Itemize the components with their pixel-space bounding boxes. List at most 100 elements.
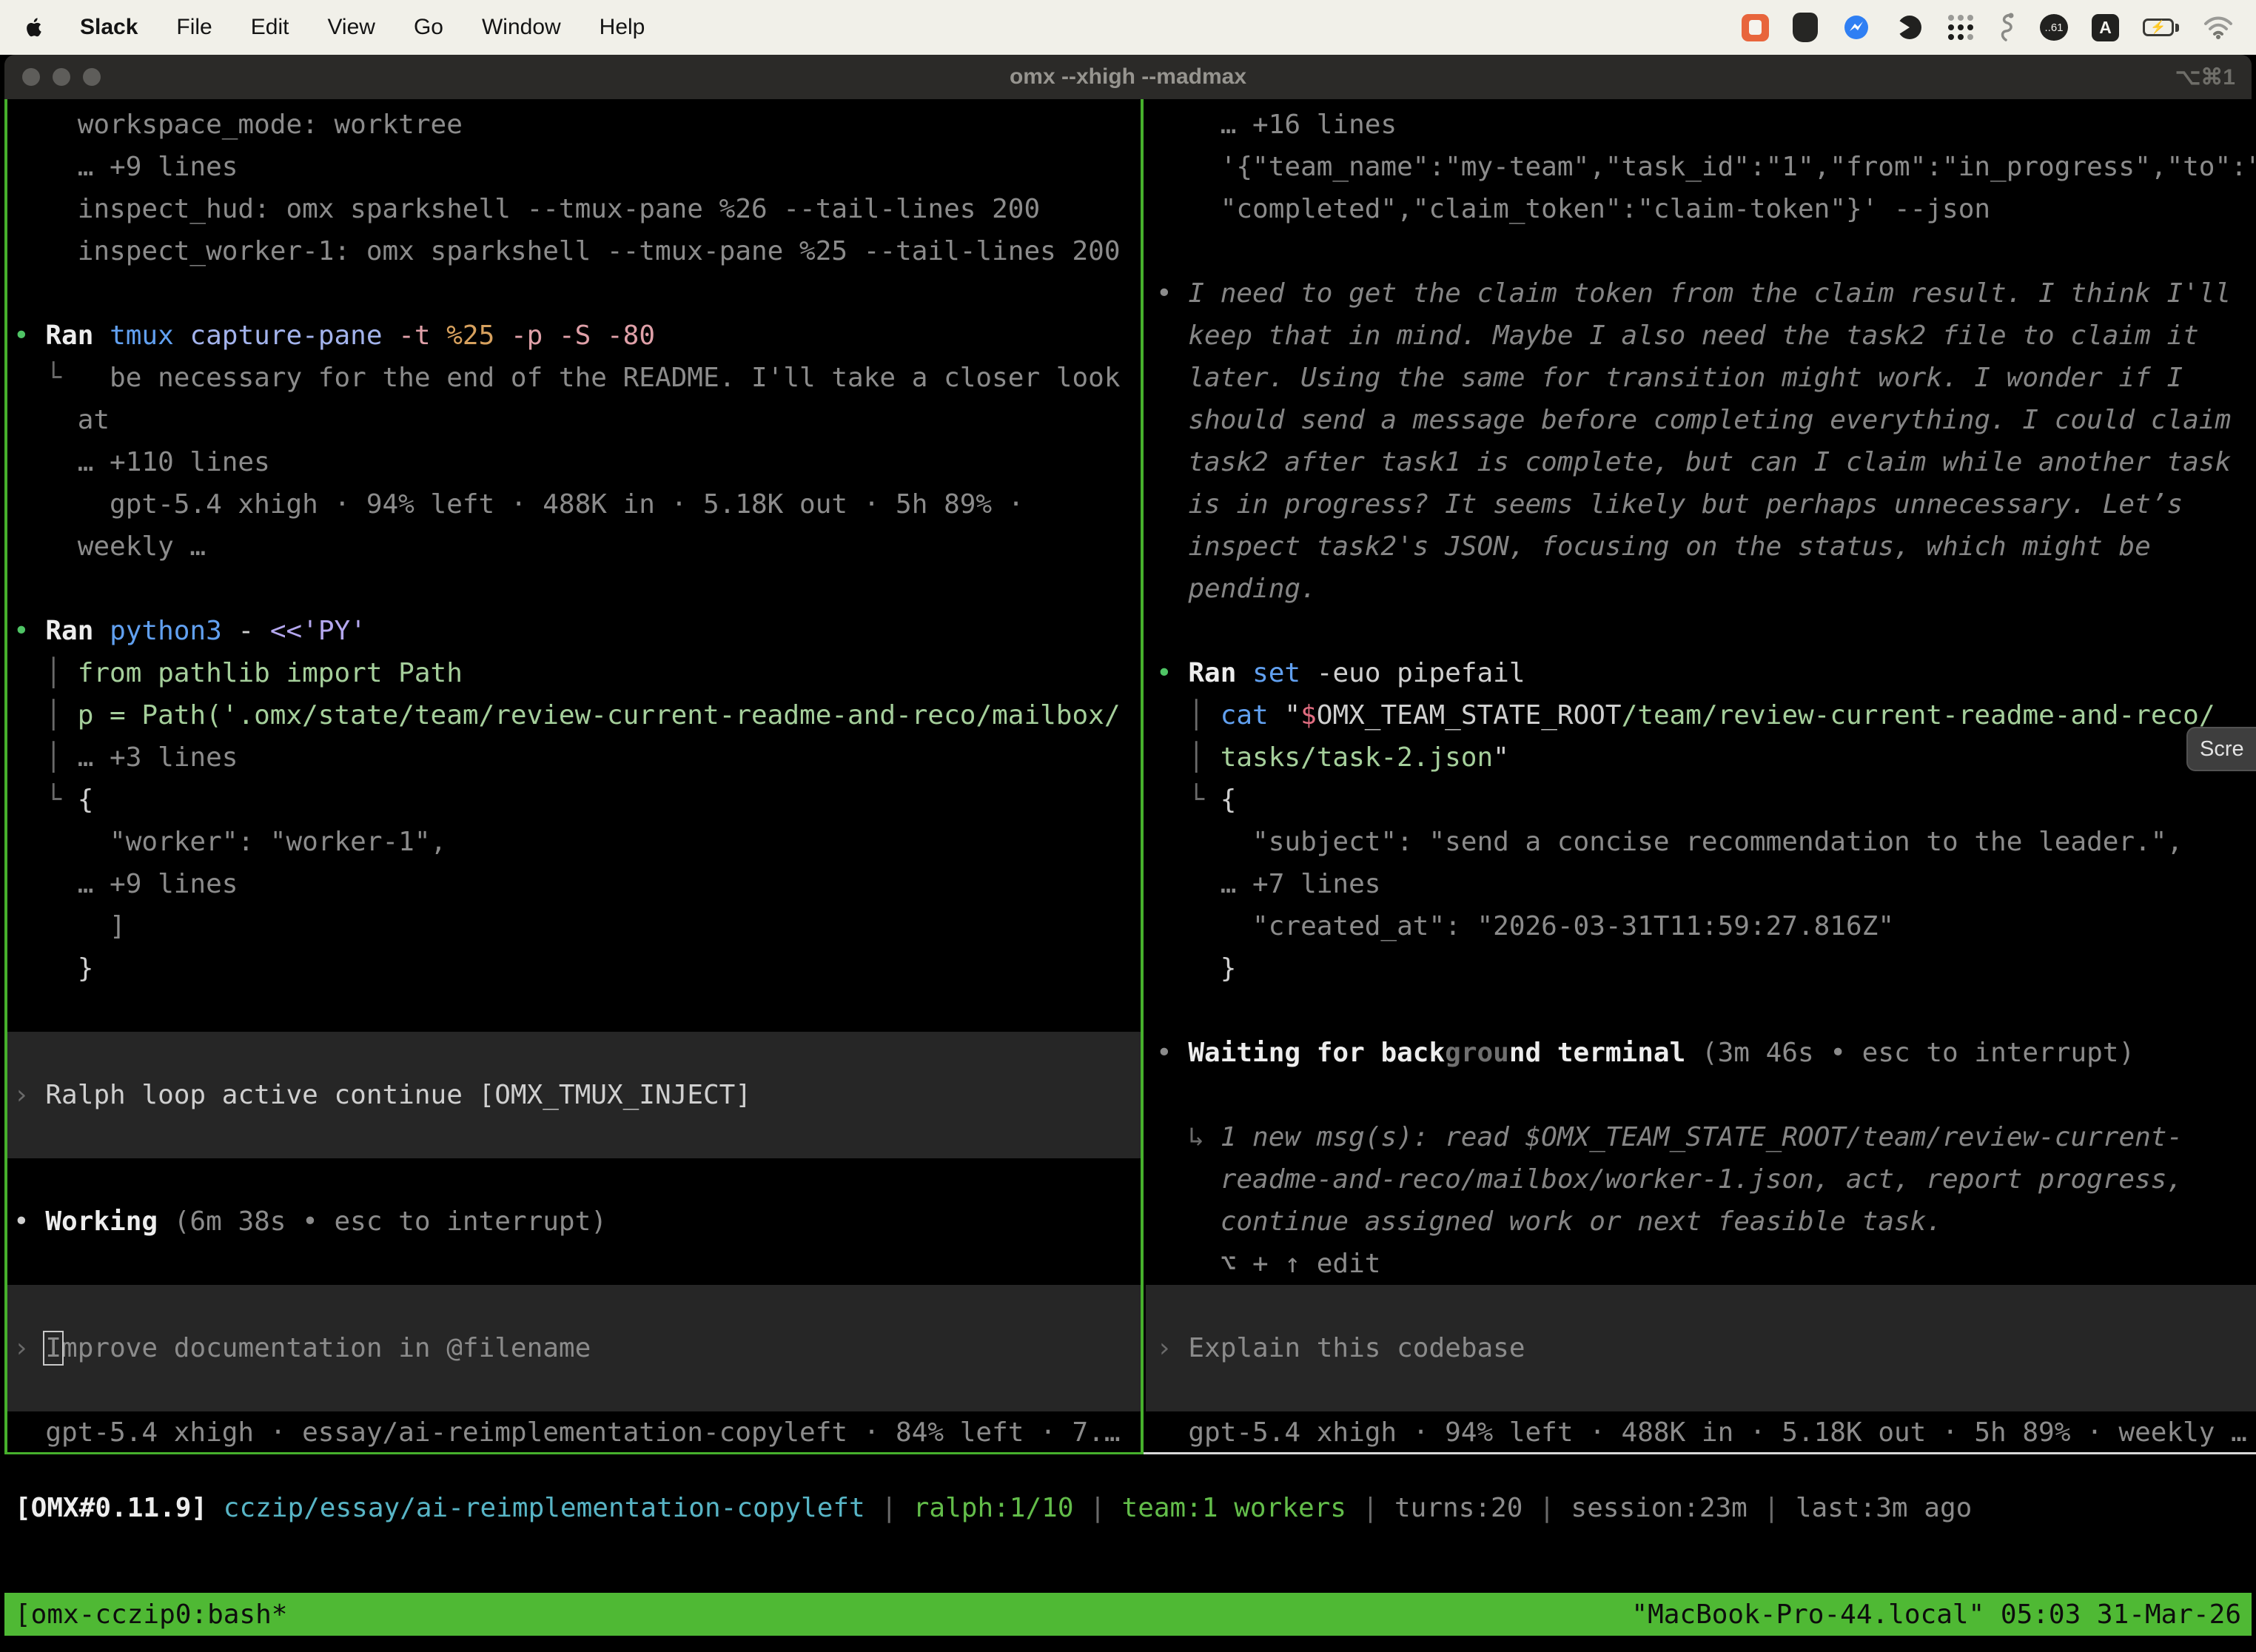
menu-item-go[interactable]: Go	[414, 15, 443, 40]
keyboard-shield-icon[interactable]	[1793, 13, 1818, 42]
prompt-suggestion-left[interactable]: › Improve documentation in @filename	[7, 1285, 1141, 1411]
text-segment: ›	[1156, 1333, 1188, 1363]
text-segment: continue assigned work or next feasible …	[1156, 1206, 1942, 1237]
tmux-session-label: [omx-cczip0:bash*	[15, 1599, 287, 1630]
text-segment: … +16 lines	[1156, 110, 1397, 140]
terminal-line: workspace_mode: worktree	[7, 104, 1141, 146]
window-title: omx --xhigh --madmax	[1010, 64, 1246, 90]
text-segment: •	[13, 616, 45, 646]
terminal-line: "completed","claim_token":"claim-token"}…	[1146, 188, 2256, 230]
text-segment: "created_at": "2026-03-31T11:59:27.816Z"	[1156, 911, 1894, 941]
text-segment: •	[1156, 1038, 1188, 1068]
text-segment: Working	[45, 1206, 173, 1237]
text-segment: pending.	[1156, 574, 1317, 604]
text-segment: capture-pane	[189, 320, 398, 351]
ralph-loop-banner[interactable]: › Ralph loop active continue [OMX_TMUX_I…	[7, 1032, 1141, 1158]
text-segment: OMX_TEAM_STATE_ROOT	[1317, 700, 1622, 731]
close-button[interactable]	[22, 68, 40, 86]
terminal-line: should send a message before completing …	[1146, 399, 2256, 441]
terminal-line: }	[7, 947, 1141, 990]
dots-grid-icon[interactable]	[1948, 15, 1973, 40]
text-segment: -	[238, 616, 269, 646]
pane-border-bottom-left	[4, 1452, 1144, 1454]
input-source-icon[interactable]: A	[2092, 14, 2119, 41]
pane-divider[interactable]	[1141, 99, 1144, 1454]
terminal-line: inspect_worker-1: omx sparkshell --tmux-…	[7, 230, 1141, 272]
terminal-line: is in progress? It seems likely but perh…	[1146, 483, 2256, 526]
text-cursor: I	[45, 1333, 61, 1363]
battery-icon[interactable]: ⚡	[2143, 19, 2179, 36]
text-segment: │	[13, 658, 78, 688]
messenger-icon[interactable]	[1842, 13, 1871, 42]
text-segment: /team/review-current-readme-and-reco/	[1622, 700, 2215, 731]
text-segment: Ran	[1188, 658, 1252, 688]
traffic-lights	[22, 68, 101, 86]
text-segment: readme-and-reco/mailbox/worker-1.json, a…	[1156, 1164, 2183, 1195]
text-segment: weekly …	[13, 531, 206, 562]
terminal-line: ⌥ + ↑ edit	[1146, 1243, 2256, 1285]
gauge-icon[interactable]: ..61	[2040, 14, 2068, 41]
menu-item-edit[interactable]: Edit	[251, 15, 289, 40]
text-segment: Explain this codebase	[1188, 1333, 1525, 1363]
text-segment: nd terminal	[1509, 1038, 1702, 1068]
prompt-suggestion-right[interactable]: › Explain this codebase	[1146, 1285, 2256, 1411]
terminal-line	[7, 272, 1141, 315]
text-segment: (3m 46s • esc to interrupt)	[1702, 1038, 2135, 1068]
text-segment: |	[1074, 1493, 1122, 1523]
text-segment: … +3 lines	[78, 742, 238, 773]
text-segment: {	[1221, 785, 1237, 815]
text-segment: │	[13, 742, 78, 773]
text-segment: ralph:1/10	[913, 1493, 1074, 1523]
text-segment: "	[1284, 700, 1300, 731]
menu-item-view[interactable]: View	[327, 15, 375, 40]
terminal-line: inspect task2's JSON, focusing on the st…	[1146, 526, 2256, 568]
terminal-line	[1146, 990, 2256, 1032]
text-segment: ›	[13, 1080, 45, 1110]
terminal-line: … +7 lines	[1146, 863, 2256, 905]
terminal-line: "subject": "send a concise recommendatio…	[1146, 821, 2256, 863]
wifi-icon[interactable]	[2203, 15, 2234, 40]
minimize-button[interactable]	[53, 68, 70, 86]
pie-wedge-icon[interactable]	[1895, 13, 1924, 42]
text-segment: <<'PY'	[270, 616, 366, 646]
screen-record-icon[interactable]	[1742, 14, 1769, 41]
text-segment: •	[1156, 278, 1188, 309]
text-segment: ›	[13, 1333, 45, 1363]
text-segment: gpt-5.4 xhigh · 94% left · 488K in · 5.1…	[13, 489, 1024, 520]
text-segment: task2 after task1 is complete, but can I…	[1156, 447, 2231, 477]
text-segment: │	[1156, 742, 1221, 773]
squiggle-icon[interactable]	[1997, 12, 2016, 43]
text-segment: mprove documentation in @filename	[61, 1333, 591, 1363]
text-segment: Ran	[45, 616, 110, 646]
terminal-line	[1146, 1074, 2256, 1116]
left-pane: workspace_mode: worktree … +9 lines insp…	[7, 99, 1141, 1458]
text-segment: ]	[13, 911, 126, 941]
menu-item-file[interactable]: File	[176, 15, 212, 40]
terminal-line: keep that in mind. Maybe I also need the…	[1146, 315, 2256, 357]
menu-item-help[interactable]: Help	[600, 15, 645, 40]
text-segment: "subject": "send a concise recommendatio…	[1156, 827, 2183, 857]
apple-menu-icon[interactable]	[25, 15, 47, 40]
text-segment: |	[1748, 1493, 1796, 1523]
text-segment: inspect_worker-1: omx sparkshell --tmux-…	[13, 236, 1121, 266]
terminal-line: │ tasks/task-2.json"	[1146, 736, 2256, 779]
terminal-line	[1146, 230, 2256, 272]
text-segment: 1 new msg(s): read $OMX_TEAM_STATE_ROOT/…	[1221, 1122, 2183, 1152]
terminal-line: • Ran tmux capture-pane -t %25 -p -S -80	[7, 315, 1141, 357]
text-segment: gpt-5.4 xhigh · 94% left · 488K in · 5.1…	[1156, 1417, 2247, 1448]
menu-item-app[interactable]: Slack	[80, 15, 138, 40]
text-segment: be necessary for the end of the README. …	[110, 363, 1120, 393]
window-title-bar: omx --xhigh --madmax ⌥⌘1	[4, 55, 2252, 99]
screenshot-tooltip: Scre	[2186, 727, 2256, 771]
terminal-line: readme-and-reco/mailbox/worker-1.json, a…	[1146, 1158, 2256, 1201]
text-segment: … +7 lines	[1156, 869, 1380, 899]
terminal-line: … +9 lines	[7, 146, 1141, 188]
text-segment: last:3m ago	[1796, 1493, 1972, 1523]
menu-item-window[interactable]: Window	[482, 15, 561, 40]
text-segment: inspect_hud: omx sparkshell --tmux-pane …	[13, 194, 1040, 224]
text-segment: … +110 lines	[13, 447, 270, 477]
text-segment: set	[1252, 658, 1317, 688]
zoom-button[interactable]	[83, 68, 101, 86]
pane-status-line: gpt-5.4 xhigh · 94% left · 488K in · 5.1…	[1146, 1411, 2256, 1454]
terminal-line: │ … +3 lines	[7, 736, 1141, 779]
